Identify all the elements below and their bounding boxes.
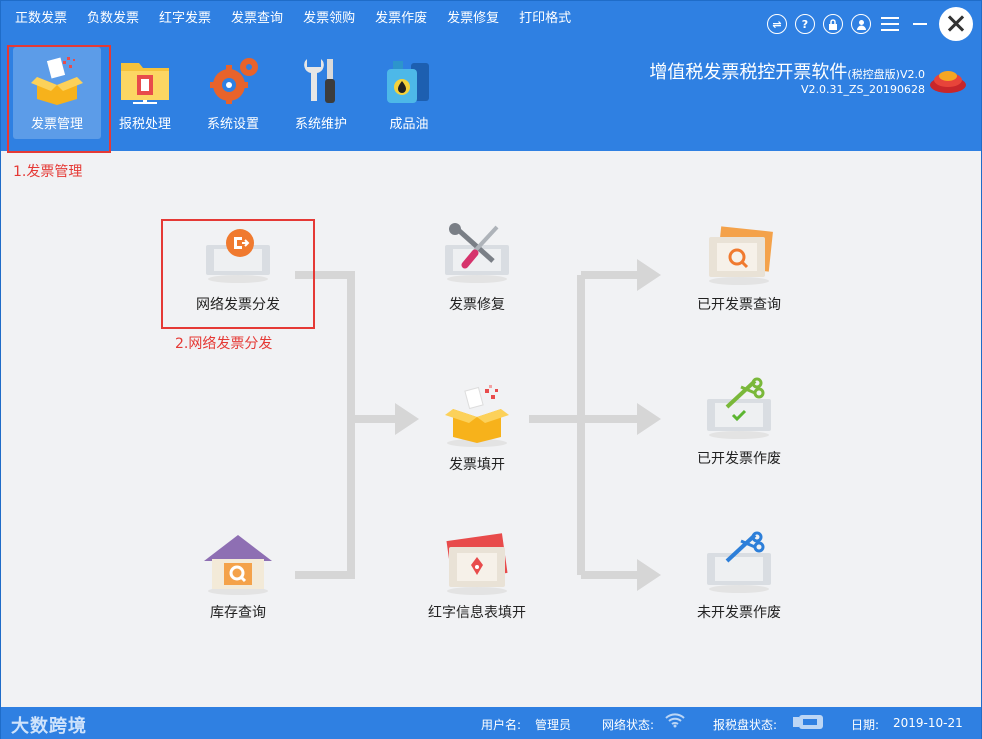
node-invoice-fill[interactable]: 发票填开 <box>407 383 547 475</box>
app-edition: (税控盘版) <box>847 68 900 81</box>
swap-icon[interactable]: ⇌ <box>767 14 787 34</box>
toolbar-label: 系统设置 <box>206 117 259 132</box>
node-label: 发票修复 <box>449 297 505 313</box>
toolbar-system-maintenance[interactable]: 系统维护 <box>277 47 365 139</box>
menu-invoice-query[interactable]: 发票查询 <box>231 9 283 29</box>
user-label: 用户名: <box>481 718 522 732</box>
toolbar-label: 成品油 <box>389 117 429 132</box>
annotation-step2: 2.网络发票分发 <box>175 336 273 352</box>
menu-positive-invoice[interactable]: 正数发票 <box>15 9 67 29</box>
minimize-icon[interactable] <box>913 23 927 25</box>
node-label: 已开发票作废 <box>697 451 781 467</box>
toolbar-label: 系统维护 <box>294 117 347 132</box>
help-icon[interactable]: ? <box>795 14 815 34</box>
node-red-info-fill[interactable]: 红字信息表填开 <box>407 531 547 623</box>
user-icon[interactable] <box>851 14 871 34</box>
menu-print-format[interactable]: 打印格式 <box>519 9 571 29</box>
node-label: 库存查询 <box>210 605 266 621</box>
menu-invoice-repair[interactable]: 发票修复 <box>447 9 499 29</box>
menubar: 正数发票 负数发票 红字发票 发票查询 发票领购 发票作废 发票修复 打印格式 <box>15 9 591 29</box>
search-invoice-icon <box>701 223 777 287</box>
taxdisk-status-label: 报税盘状态: <box>713 718 778 732</box>
scissors-invoice-icon <box>701 377 777 441</box>
menu-negative-invoice[interactable]: 负数发票 <box>87 9 139 29</box>
app-version: V2.0.31_ZS_20190628 <box>800 83 925 96</box>
toolbar-label: 报税处理 <box>118 117 171 132</box>
invoice-box-icon <box>439 383 515 447</box>
tax-disk-logo-icon <box>929 65 967 95</box>
app-title-version: V2.0 <box>899 68 925 81</box>
red-form-pen-icon <box>439 531 515 595</box>
node-label: 红字信息表填开 <box>428 605 526 621</box>
brand-watermark: 大数跨境 <box>11 716 87 737</box>
menu-invoice-purchase[interactable]: 发票领购 <box>303 9 355 29</box>
scissors-blank-invoice-icon <box>701 531 777 595</box>
wrench-screwdriver-icon <box>439 223 515 287</box>
node-issued-query[interactable]: 已开发票查询 <box>669 223 809 315</box>
node-stock-query[interactable]: 库存查询 <box>168 531 308 623</box>
node-label: 未开发票作废 <box>697 605 781 621</box>
user-value: 管理员 <box>535 718 572 732</box>
wifi-icon <box>665 712 685 731</box>
toolbar-refined-oil[interactable]: 成品油 <box>365 47 453 139</box>
network-status-label: 网络状态: <box>602 718 655 732</box>
taxdisk-device-icon <box>793 713 825 734</box>
toolbar-tax-processing[interactable]: 报税处理 <box>101 47 189 139</box>
app-title: 增值税发票税控开票软件(税控盘版)V2.0 <box>649 58 925 84</box>
date-label: 日期: <box>851 718 880 732</box>
tools-icon <box>293 55 349 105</box>
highlight-box-step1 <box>7 45 111 153</box>
window-controls: ⇌ ? <box>759 7 973 41</box>
tax-folder-icon <box>117 55 173 105</box>
app-window: 正数发票 负数发票 红字发票 发票查询 发票领购 发票作废 发票修复 打印格式 … <box>0 0 982 739</box>
close-icon[interactable] <box>939 7 973 41</box>
node-issued-void[interactable]: 已开发票作废 <box>669 377 809 469</box>
oil-can-icon <box>381 55 437 105</box>
node-label: 发票填开 <box>449 457 505 473</box>
date-value: 2019-10-21 <box>893 716 963 730</box>
node-invoice-repair[interactable]: 发票修复 <box>407 223 547 315</box>
node-unissued-void[interactable]: 未开发票作废 <box>669 531 809 623</box>
warehouse-search-icon <box>200 531 276 595</box>
header: 正数发票 负数发票 红字发票 发票查询 发票领购 发票作废 发票修复 打印格式 … <box>1 1 981 151</box>
highlight-box-step2 <box>161 219 315 329</box>
status-bar: 大数跨境 用户名: 管理员 网络状态: 报税盘状态: 日期: 2019-10-2… <box>1 707 981 739</box>
menu-invoice-void[interactable]: 发票作废 <box>375 9 427 29</box>
app-title-text: 增值税发票税控开票软件 <box>649 62 848 83</box>
gears-icon <box>205 55 261 105</box>
menu-red-invoice[interactable]: 红字发票 <box>159 9 211 29</box>
lock-icon[interactable] <box>823 14 843 34</box>
flow-area: 网络发票分发 发票修复 已开发票查询 发票填开 已开发票作废 库存查询 红字信息… <box>1 151 981 707</box>
node-label: 已开发票查询 <box>697 297 781 313</box>
toolbar-system-settings[interactable]: 系统设置 <box>189 47 277 139</box>
hamburger-menu-icon[interactable] <box>881 17 899 31</box>
